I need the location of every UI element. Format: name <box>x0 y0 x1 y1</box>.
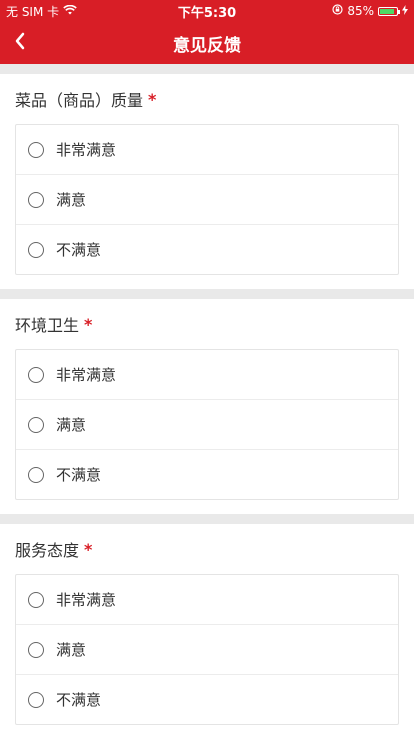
rating-section-hygiene: 环境卫生 * 非常满意 满意 不满意 <box>0 299 414 514</box>
rating-section-food-quality: 菜品（商品）质量 * 非常满意 满意 不满意 <box>0 74 414 289</box>
radio-circle-icon[interactable] <box>28 416 44 433</box>
status-bar: 无 SIM 卡 下午5:30 85% <box>0 0 414 22</box>
page-title: 意见反馈 <box>173 35 241 56</box>
required-marker: * <box>148 89 157 109</box>
radio-circle-icon[interactable] <box>28 591 44 608</box>
radio-group: 非常满意 满意 不满意 <box>15 349 399 500</box>
carrier-label: 无 SIM 卡 <box>6 4 60 19</box>
radio-option-satisfied[interactable]: 满意 <box>16 400 398 450</box>
section-title: 服务态度 * <box>15 524 399 574</box>
radio-circle-icon[interactable] <box>28 191 44 208</box>
option-label: 满意 <box>56 191 87 209</box>
option-label: 非常满意 <box>56 591 117 609</box>
battery-percent: 85% <box>347 4 374 18</box>
option-label: 不满意 <box>56 466 102 484</box>
section-title: 环境卫生 * <box>15 299 399 349</box>
radio-circle-icon[interactable] <box>28 691 44 708</box>
top-spacer <box>0 64 414 74</box>
status-right: 85% <box>332 4 408 18</box>
section-title: 菜品（商品）质量 * <box>15 74 399 124</box>
option-label: 满意 <box>56 641 87 659</box>
radio-circle-icon[interactable] <box>28 241 44 258</box>
radio-option-very-satisfied[interactable]: 非常满意 <box>16 350 398 400</box>
radio-option-very-satisfied[interactable]: 非常满意 <box>16 575 398 625</box>
radio-circle-icon[interactable] <box>28 366 44 383</box>
nav-bar: 意见反馈 <box>0 22 414 64</box>
charging-icon <box>402 4 408 18</box>
radio-option-very-satisfied[interactable]: 非常满意 <box>16 125 398 175</box>
chevron-left-icon <box>14 32 26 54</box>
section-title-text: 环境卫生 <box>15 316 80 335</box>
radio-circle-icon[interactable] <box>28 641 44 658</box>
required-marker: * <box>84 314 93 334</box>
option-label: 非常满意 <box>56 141 117 159</box>
wifi-icon <box>63 4 77 18</box>
option-label: 不满意 <box>56 241 102 259</box>
option-label: 不满意 <box>56 691 102 709</box>
radio-circle-icon[interactable] <box>28 141 44 158</box>
radio-option-satisfied[interactable]: 满意 <box>16 625 398 675</box>
radio-option-dissatisfied[interactable]: 不满意 <box>16 450 398 499</box>
rating-section-service: 服务态度 * 非常满意 满意 不满意 <box>0 524 414 739</box>
radio-option-dissatisfied[interactable]: 不满意 <box>16 225 398 274</box>
radio-group: 非常满意 满意 不满意 <box>15 574 399 725</box>
status-left: 无 SIM 卡 <box>6 3 77 20</box>
orientation-lock-icon <box>332 4 343 18</box>
option-label: 满意 <box>56 416 87 434</box>
radio-option-dissatisfied[interactable]: 不满意 <box>16 675 398 724</box>
battery-icon <box>378 6 400 16</box>
option-label: 非常满意 <box>56 366 117 384</box>
required-marker: * <box>84 539 93 559</box>
radio-group: 非常满意 满意 不满意 <box>15 124 399 275</box>
radio-circle-icon[interactable] <box>28 466 44 483</box>
section-title-text: 服务态度 <box>15 541 80 560</box>
back-button[interactable] <box>14 22 44 64</box>
radio-option-satisfied[interactable]: 满意 <box>16 175 398 225</box>
section-title-text: 菜品（商品）质量 <box>15 91 144 110</box>
